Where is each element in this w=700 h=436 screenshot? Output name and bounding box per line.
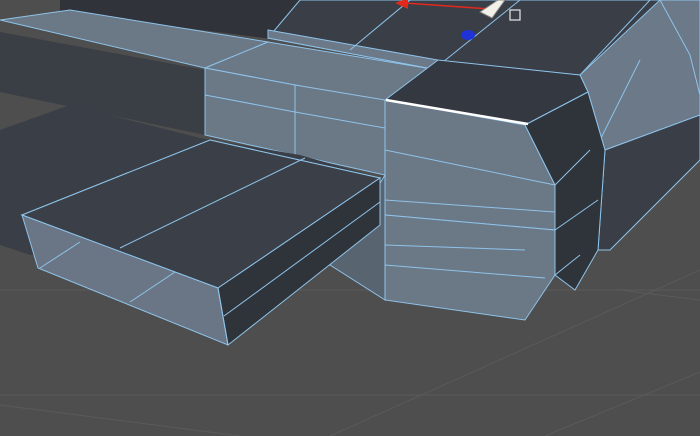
viewport-canvas[interactable] (0, 0, 700, 436)
3d-viewport[interactable] (0, 0, 700, 436)
z-axis-handle[interactable] (461, 30, 475, 40)
